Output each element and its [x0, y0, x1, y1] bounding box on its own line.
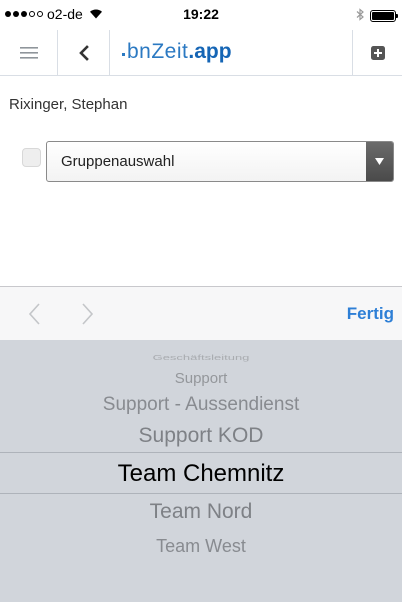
chevron-right-icon [82, 303, 94, 325]
brand-suffix: .app [188, 40, 232, 63]
app-header: bnZeit .app [0, 30, 402, 76]
group-select[interactable]: Gruppenauswahl [46, 141, 394, 182]
picker-toolbar: Fertig [0, 286, 402, 340]
previous-field-button[interactable] [26, 302, 44, 326]
hamburger-menu-icon [19, 47, 38, 59]
next-field-button[interactable] [78, 302, 96, 326]
status-right [356, 8, 398, 24]
brand-name: bnZeit [127, 40, 189, 63]
picker-option[interactable]: Team Nord [0, 500, 402, 524]
bluetooth-icon [356, 8, 364, 24]
selection-indicator-top [0, 452, 402, 453]
group-checkbox[interactable] [22, 148, 41, 167]
add-button[interactable] [352, 30, 402, 76]
chevron-left-icon [28, 303, 40, 325]
brand-dot [122, 52, 125, 56]
status-bar: o2-de 19:22 [0, 0, 402, 30]
picker-option[interactable]: Support KOD [0, 424, 402, 448]
brand-logo: bnZeit .app [122, 40, 232, 64]
picker-option[interactable]: Support - Aussendienst [0, 394, 402, 416]
menu-button[interactable] [0, 30, 58, 76]
picker-option[interactable]: Support [0, 370, 402, 387]
group-select-value: Gruppenauswahl [61, 153, 175, 170]
done-button[interactable]: Fertig [347, 304, 394, 324]
back-button[interactable] [58, 30, 110, 76]
user-name: Rixinger, Stephan [9, 96, 128, 113]
picker-option-selected[interactable]: Team Chemnitz [0, 460, 402, 488]
picker-option[interactable]: Geschäftsleitung [0, 353, 402, 361]
battery-icon [370, 10, 398, 22]
selection-indicator-bottom [0, 493, 402, 494]
chevron-left-icon [78, 45, 89, 61]
picker-option[interactable]: Team West [0, 536, 402, 557]
group-picker-wheel[interactable]: Geschäftsleitung Support Support - Ausse… [0, 340, 402, 602]
clock: 19:22 [183, 6, 219, 22]
plus-square-icon [370, 46, 385, 60]
dropdown-arrow-icon [366, 142, 393, 181]
